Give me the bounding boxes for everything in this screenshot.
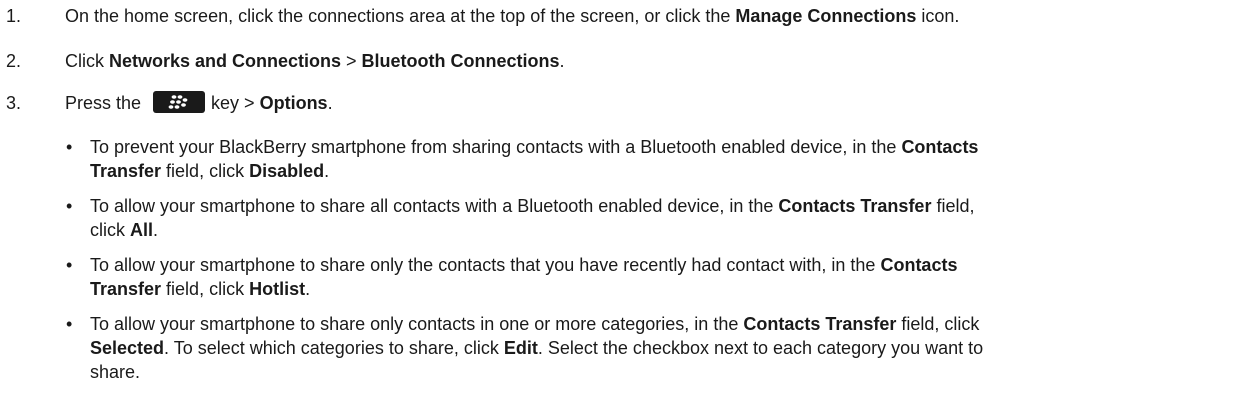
- text-run-bold: Edit: [503, 338, 538, 358]
- text-run: >: [341, 51, 362, 71]
- bullet-marker: •: [66, 196, 73, 216]
- text-run: . To select which categories to share, c…: [164, 338, 504, 358]
- text-run-bold: Selected: [90, 338, 165, 358]
- list-item-text: To allow your smartphone to share only t…: [90, 253, 1230, 301]
- text-run: field, click: [161, 161, 250, 181]
- text-run: field, click: [896, 314, 980, 334]
- text-line: Transfer field, click Hotlist.: [90, 277, 1230, 301]
- text-run: key >: [211, 93, 260, 113]
- text-run: field, click: [161, 279, 250, 299]
- text-line: To prevent your BlackBerry smartphone fr…: [90, 135, 1230, 159]
- list-item-text: To prevent your BlackBerry smartphone fr…: [90, 135, 1230, 183]
- text-run-bold: Hotlist: [249, 279, 306, 299]
- text-run: share.: [90, 362, 141, 382]
- list-item-text: To allow your smartphone to share all co…: [90, 194, 1230, 242]
- blackberry-menu-key-icon: [153, 91, 206, 114]
- text-run: .: [559, 51, 565, 71]
- step-number: 3.: [6, 93, 22, 113]
- bullet-marker: •: [66, 255, 73, 275]
- text-run-bold: Contacts Transfer: [778, 196, 932, 216]
- text-run: Click: [65, 51, 109, 71]
- text-run-bold: Contacts Transfer: [743, 314, 897, 334]
- text-run: On the home screen, click the connection…: [65, 6, 736, 26]
- text-line: To allow your smartphone to share only t…: [90, 253, 1230, 277]
- text-run: To allow your smartphone to share all co…: [90, 196, 779, 216]
- text-run-bold: Bluetooth Connections: [361, 51, 560, 71]
- step-text: On the home screen, click the connection…: [65, 5, 959, 27]
- text-line: Transfer field, click Disabled.: [90, 159, 1230, 183]
- step-number: 2.: [6, 51, 22, 71]
- text-line: Selected. To select which categories to …: [90, 336, 1230, 360]
- step-text: Click Networks and Connections > Bluetoo…: [65, 50, 565, 72]
- text-run: .: [324, 161, 330, 181]
- text-run: click: [90, 220, 130, 240]
- text-run-bold: Transfer: [90, 161, 162, 181]
- text-run-bold: Disabled: [249, 161, 325, 181]
- list-item-text: To allow your smartphone to share only c…: [90, 312, 1230, 384]
- text-run: .: [153, 220, 159, 240]
- text-run-bold: Manage Connections: [735, 6, 917, 26]
- text-run: .: [305, 279, 311, 299]
- text-run: . Select the checkbox next to each categ…: [537, 338, 984, 358]
- text-line: To allow your smartphone to share only c…: [90, 312, 1230, 336]
- text-run: Press the: [65, 93, 142, 113]
- text-run-bold: Transfer: [90, 279, 162, 299]
- text-run-bold: Contacts: [901, 137, 979, 157]
- bullet-marker: •: [66, 314, 73, 334]
- text-run-bold: Options: [259, 93, 328, 113]
- text-run-bold: Contacts: [880, 255, 958, 275]
- text-run-bold: Networks and Connections: [109, 51, 342, 71]
- text-run: To prevent your BlackBerry smartphone fr…: [90, 137, 902, 157]
- text-run-bold: All: [130, 220, 154, 240]
- text-run: To allow your smartphone to share only c…: [90, 314, 744, 334]
- text-run: .: [327, 93, 333, 113]
- text-line: To allow your smartphone to share all co…: [90, 194, 1230, 218]
- text-run: icon.: [916, 6, 960, 26]
- step-number: 1.: [6, 6, 22, 26]
- bullet-marker: •: [66, 137, 73, 157]
- text-line: share.: [90, 360, 1230, 384]
- text-run: field,: [931, 196, 975, 216]
- step-text: Press the key > Options.: [65, 91, 333, 115]
- text-run: To allow your smartphone to share only t…: [90, 255, 881, 275]
- text-line: click All.: [90, 218, 1230, 242]
